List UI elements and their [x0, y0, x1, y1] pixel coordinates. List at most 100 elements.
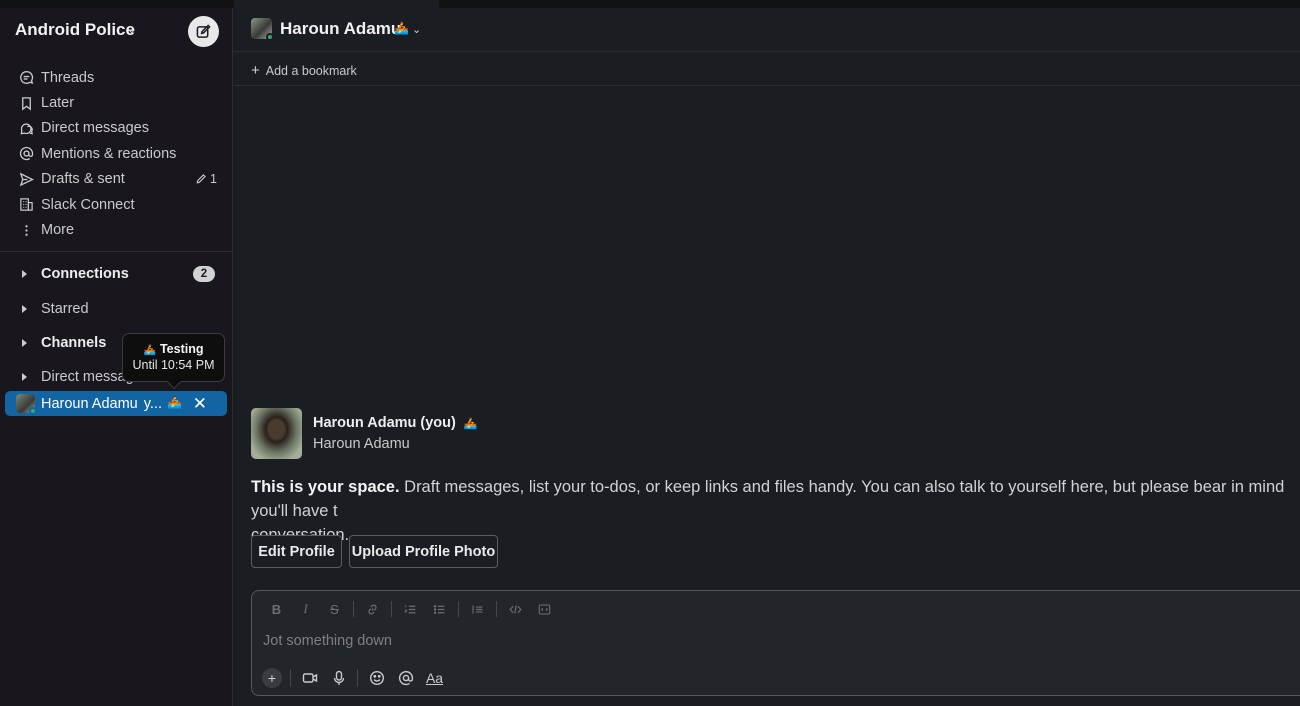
- caret-right-icon[interactable]: [22, 373, 27, 381]
- send-icon: [18, 171, 34, 187]
- chevron-down-icon[interactable]: ⌄: [412, 23, 421, 36]
- add-bookmark-label: Add a bookmark: [265, 63, 357, 78]
- sidebar: Android Police ⌄ Threads Later Direct me…: [0, 8, 233, 706]
- status-tooltip: 🚣 Testing Until 10:54 PM: [122, 333, 225, 390]
- section-label: Channels: [41, 335, 107, 351]
- intro-lead: This is your space.: [251, 478, 400, 496]
- sidebar-item-threads[interactable]: Threads: [0, 65, 233, 90]
- bookmark-bar: + Add a bookmark: [234, 53, 1300, 86]
- chevron-down-icon[interactable]: ⌄: [127, 23, 136, 36]
- toolbar-separator: [290, 669, 291, 687]
- sidebar-item-label: Slack Connect: [41, 196, 135, 213]
- tooltip-status: 🚣 Testing: [123, 342, 224, 356]
- italic-icon[interactable]: I: [291, 599, 320, 619]
- sidebar-item-more[interactable]: More: [0, 217, 233, 242]
- mention-icon[interactable]: [391, 667, 420, 689]
- intro-subname: Haroun Adamu: [313, 436, 410, 452]
- compose-button[interactable]: [188, 16, 219, 47]
- video-icon[interactable]: [295, 667, 324, 689]
- caret-right-icon[interactable]: [22, 270, 27, 278]
- avatar: [251, 18, 274, 41]
- dm-name: Haroun Adamu: [41, 395, 138, 412]
- sidebar-item-mentions[interactable]: Mentions & reactions: [0, 141, 233, 166]
- edit-profile-button[interactable]: Edit Profile: [251, 535, 342, 568]
- toolbar-separator: [496, 601, 497, 617]
- message-input[interactable]: Jot something down: [263, 633, 392, 649]
- ordered-list-icon[interactable]: [396, 599, 425, 619]
- status-emoji-icon: 🚣: [394, 21, 409, 35]
- main-pane: Haroun Adamu 🚣 ⌄ + Add a bookmark Haroun…: [234, 8, 1300, 706]
- drafts-count: 1: [195, 172, 217, 186]
- at-icon: [18, 146, 34, 162]
- status-emoji-icon: 🚣: [167, 395, 182, 409]
- direct-messages-icon: [18, 120, 34, 136]
- section-label: Connections: [41, 266, 129, 282]
- avatar: [16, 394, 37, 415]
- dm-you-suffix: y...: [143, 395, 162, 412]
- sidebar-item-label: More: [41, 222, 75, 239]
- section-label: Starred: [41, 301, 89, 317]
- intro-body: Draft messages, list your to-dos, or kee…: [251, 478, 1285, 520]
- connections-badge: 2: [193, 266, 215, 282]
- message-composer: B I S Jot something down + Aa: [251, 590, 1300, 696]
- channel-header: Haroun Adamu 🚣 ⌄: [234, 8, 1300, 52]
- presence-dot: [266, 33, 274, 41]
- sidebar-divider: [0, 251, 233, 252]
- text-format-toggle[interactable]: Aa: [420, 667, 449, 689]
- status-emoji-icon: 🚣: [463, 417, 478, 430]
- emoji-icon[interactable]: [362, 667, 391, 689]
- close-icon[interactable]: ✕: [193, 394, 207, 414]
- bold-icon[interactable]: B: [262, 599, 291, 619]
- link-icon[interactable]: [358, 599, 387, 619]
- formatting-toolbar: B I S: [262, 599, 559, 619]
- code-block-icon[interactable]: [530, 599, 559, 619]
- presence-dot: [29, 407, 37, 415]
- profile-avatar[interactable]: [251, 408, 302, 459]
- threads-icon: [18, 70, 34, 86]
- sidebar-item-label: Threads: [41, 69, 95, 86]
- pencil-icon: [196, 174, 206, 184]
- bookmark-icon: [18, 95, 34, 111]
- sidebar-item-slack-connect[interactable]: Slack Connect: [0, 192, 233, 217]
- drafts-count-value: 1: [210, 172, 217, 187]
- tooltip-until: Until 10:54 PM: [132, 358, 215, 372]
- more-vertical-icon: [18, 222, 34, 238]
- toolbar-separator: [357, 669, 358, 687]
- tooltip-status-text: Testing: [159, 342, 204, 356]
- compose-icon: [196, 24, 211, 38]
- workspace-header[interactable]: Android Police ⌄: [0, 8, 233, 52]
- strikethrough-icon[interactable]: S: [320, 599, 349, 619]
- microphone-icon[interactable]: [324, 667, 353, 689]
- status-emoji-icon: 🚣: [143, 345, 156, 356]
- caret-right-icon[interactable]: [22, 305, 27, 313]
- plus-icon: +: [251, 62, 260, 79]
- intro-name: Haroun Adamu (you) 🚣: [313, 415, 478, 431]
- sidebar-nav: Threads Later Direct messages Mentions &…: [0, 65, 233, 243]
- code-icon[interactable]: [501, 599, 530, 619]
- sidebar-item-direct-messages[interactable]: Direct messages: [0, 116, 233, 141]
- toolbar-separator: [391, 601, 392, 617]
- caret-right-icon[interactable]: [22, 339, 27, 347]
- toolbar-separator: [458, 601, 459, 617]
- window-top-strip: [0, 0, 1300, 8]
- channel-title[interactable]: Haroun Adamu: [280, 19, 401, 39]
- sidebar-item-label: Later: [41, 95, 75, 112]
- sidebar-item-label: Mentions & reactions: [41, 145, 177, 162]
- blockquote-icon[interactable]: [463, 599, 492, 619]
- bulleted-list-icon[interactable]: [425, 599, 454, 619]
- composer-actions: + Aa: [260, 666, 449, 690]
- sidebar-item-later[interactable]: Later: [0, 90, 233, 115]
- sidebar-item-drafts[interactable]: Drafts & sent 1: [0, 167, 233, 192]
- add-bookmark-button[interactable]: + Add a bookmark: [251, 62, 357, 79]
- section-connections[interactable]: Connections 2: [0, 263, 233, 285]
- toolbar-separator: [353, 601, 354, 617]
- section-label: Direct messag: [41, 369, 134, 385]
- plus-icon[interactable]: +: [262, 668, 282, 688]
- sidebar-item-dm-haroun[interactable]: Haroun Adamu y... 🚣 ✕: [5, 391, 227, 416]
- sidebar-item-label: Direct messages: [41, 120, 149, 137]
- upload-profile-photo-button[interactable]: Upload Profile Photo: [349, 535, 498, 568]
- building-icon: [18, 197, 34, 213]
- section-starred[interactable]: Starred: [0, 298, 233, 320]
- workspace-name[interactable]: Android Police: [15, 20, 135, 40]
- intro-name-text[interactable]: Haroun Adamu (you): [313, 415, 456, 431]
